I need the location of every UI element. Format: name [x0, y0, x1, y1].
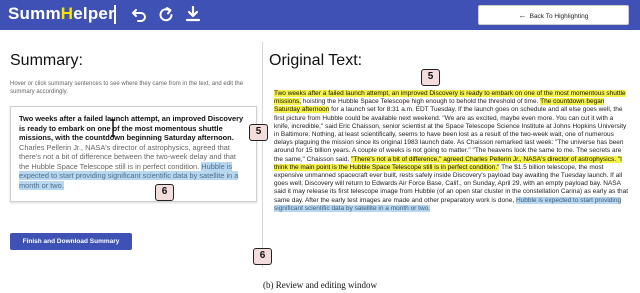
annotation-badge: 6	[253, 248, 272, 265]
summary-title: Summary:	[10, 52, 83, 69]
top-toolbar: SummHelper ← Back To Highlighting	[0, 0, 640, 30]
summary-sentence-1[interactable]: Two weeks after a failed launch attempt,…	[19, 114, 243, 142]
undo-icon[interactable]	[131, 6, 147, 22]
source-text: for a launch set for 8:31 a.m. EDT Tuesd…	[274, 106, 627, 163]
annotation-badge: 6	[155, 184, 174, 201]
app-logo: SummHelper	[8, 4, 115, 23]
panel-divider	[262, 42, 263, 268]
back-button-label: Back To Highlighting	[529, 13, 589, 20]
figure-caption: (b) Review and editing window	[263, 280, 377, 290]
finish-and-download-button[interactable]: Finish and Download Summary	[10, 233, 132, 250]
summary-text[interactable]: Two weeks after a failed launch attempt,…	[19, 114, 245, 190]
toolbar-separator	[114, 5, 116, 24]
back-to-highlighting-button[interactable]: ← Back To Highlighting	[478, 5, 629, 25]
summary-instructions: Hover or click summary sentences to see …	[10, 81, 244, 95]
summary-editor[interactable]: Two weeks after a failed launch attempt,…	[10, 106, 257, 202]
download-icon[interactable]	[185, 6, 201, 22]
annotation-badge: 5	[421, 69, 440, 86]
arrow-left-icon: ←	[518, 11, 527, 20]
text-cursor-icon	[111, 119, 115, 137]
source-text: hoisting the Hubble Space Telescope high…	[301, 98, 541, 106]
redo-icon[interactable]	[158, 6, 174, 22]
original-text: Two weeks after a failed launch attempt,…	[274, 90, 630, 213]
original-text-title: Original Text:	[269, 52, 363, 69]
annotation-badge: 5	[249, 124, 268, 141]
